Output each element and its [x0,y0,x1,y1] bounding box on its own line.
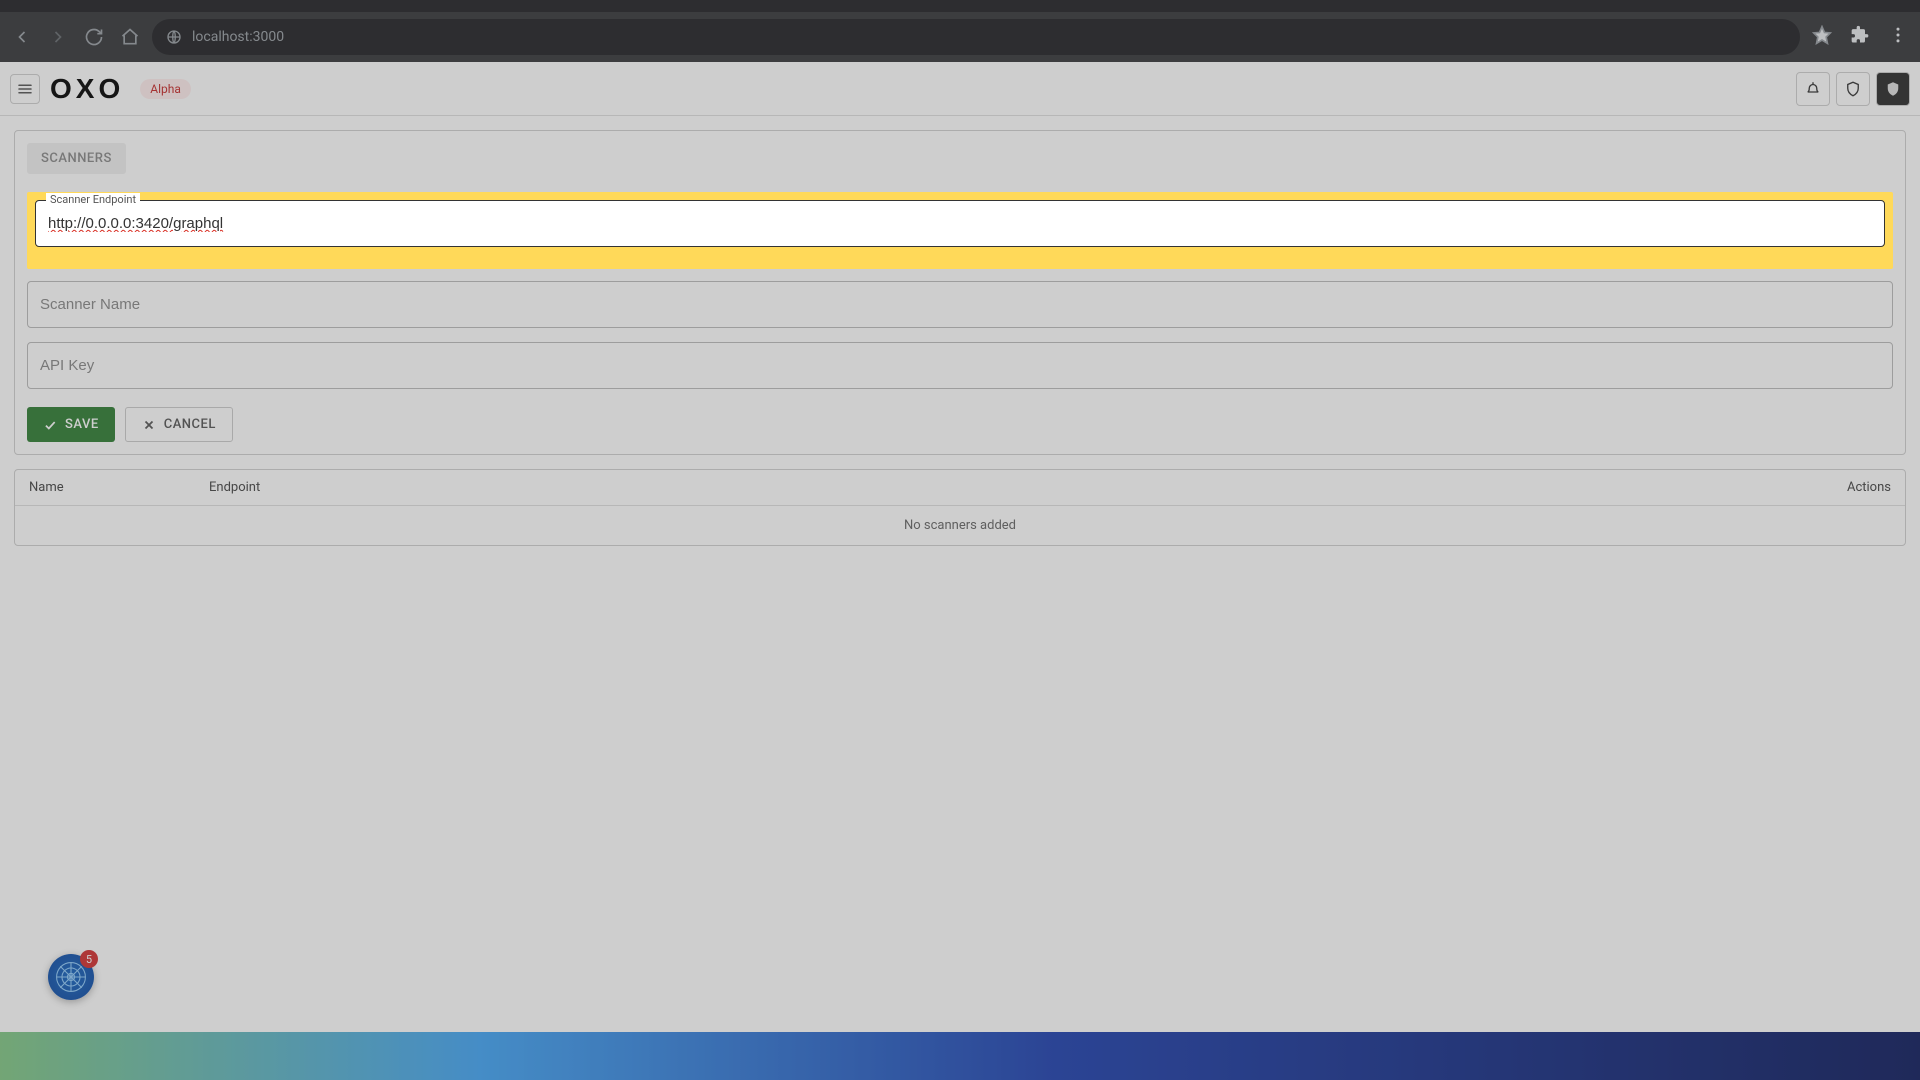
address-bar[interactable]: localhost:3000 [152,19,1800,55]
col-actions: Actions [1811,480,1891,495]
shield-icon[interactable] [1836,72,1870,106]
url-text: localhost:3000 [192,29,284,45]
extensions-icon[interactable] [1850,25,1870,49]
save-label: SAVE [65,417,99,432]
app-logo: OXO [50,73,124,105]
col-name: Name [29,480,209,495]
api-key-field[interactable] [27,342,1893,389]
desktop-gradient [0,1032,1920,1080]
back-icon[interactable] [12,27,32,47]
app-header: OXO Alpha [0,62,1920,116]
save-button[interactable]: SAVE [27,407,115,442]
api-key-input[interactable] [28,343,1892,388]
browser-tabbar [0,0,1920,12]
badge-count: 5 [80,950,98,968]
scanner-endpoint-field[interactable]: Scanner Endpoint [35,200,1885,247]
hamburger-button[interactable] [10,74,40,104]
globe-icon [166,29,182,45]
browser-toolbar: localhost:3000 [0,12,1920,62]
star-icon[interactable] [1812,25,1832,49]
scanners-table: Name Endpoint Actions No scanners added [14,469,1906,546]
endpoint-label: Scanner Endpoint [46,193,140,206]
cancel-label: CANCEL [164,417,216,432]
home-icon[interactable] [120,27,140,47]
scanner-name-input[interactable] [28,282,1892,327]
check-icon [43,418,57,432]
floating-app-badge[interactable]: 5 [48,954,94,1000]
table-header: Name Endpoint Actions [15,470,1905,506]
highlighted-field-row: Scanner Endpoint [27,192,1893,269]
scanner-name-field[interactable] [27,281,1893,328]
reload-icon[interactable] [84,27,104,47]
shield-dark-icon[interactable] [1876,72,1910,106]
table-empty-message: No scanners added [15,506,1905,545]
scanners-tab[interactable]: SCANNERS [27,143,126,174]
alpha-badge: Alpha [140,79,191,99]
close-icon [142,418,156,432]
scanner-endpoint-input[interactable] [36,201,1884,246]
page-content: SCANNERS Scanner Endpoint SAVE CANCEL [0,116,1920,560]
menu-dots-icon[interactable] [1888,25,1908,49]
forward-icon[interactable] [48,27,68,47]
header-icon-1[interactable] [1796,72,1830,106]
col-endpoint: Endpoint [209,480,1811,495]
scanner-form-card: SCANNERS Scanner Endpoint SAVE CANCEL [14,130,1906,455]
cancel-button[interactable]: CANCEL [125,407,233,442]
